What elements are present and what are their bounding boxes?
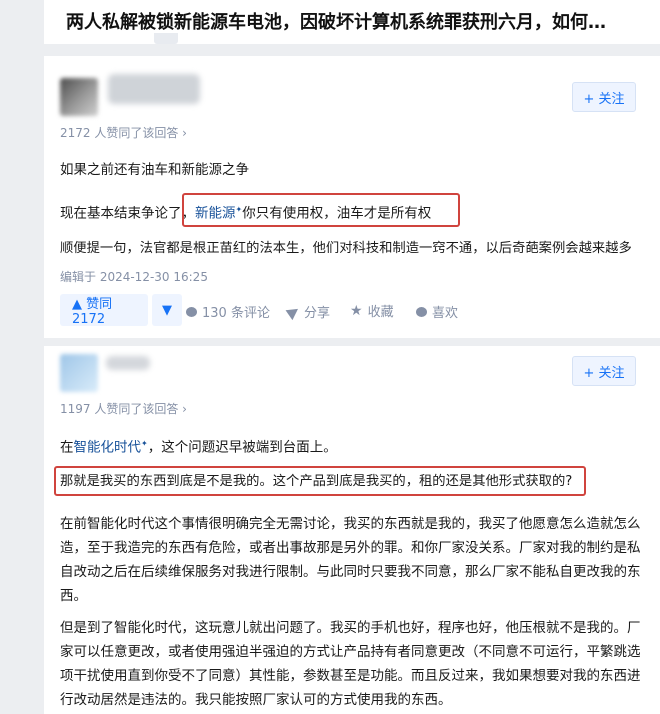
answer-card-2: + 关注 1197 人赞同了该回答 › 在智能化时代✦，这个问题迟早被端到台面上… — [44, 346, 660, 714]
paragraph-text: 在 — [60, 439, 74, 456]
star-icon: ★ — [350, 302, 363, 319]
keyword-link[interactable]: 智能化时代 — [74, 440, 142, 456]
collect-button[interactable]: ★ 收藏 — [350, 301, 394, 321]
paragraph-text: ，这个问题迟早被端到台面上。 — [147, 439, 337, 456]
answer-paragraph: 在前智能化时代这个事情很明确完全无需讨论，我买的东西就是我的，我买了他愿意怎么造… — [60, 516, 641, 604]
paragraph-text: 现在基本结束争论了， — [60, 205, 195, 222]
downvote-button[interactable]: ▼ — [152, 294, 182, 326]
question-title[interactable]: 两人私解被锁新能源车电池，因破坏计算机系统罪获刑六月，如何… — [66, 8, 606, 34]
highlight-box — [182, 193, 460, 227]
heart-icon — [416, 306, 427, 317]
share-icon — [285, 303, 302, 320]
header-button[interactable] — [154, 33, 178, 44]
avatar[interactable] — [60, 78, 98, 116]
answer-paragraph: 如果之前还有油车和新能源之争 — [60, 162, 249, 178]
action-bar: ▲ 赞同 2172 ▼ — [60, 294, 182, 327]
like-label: 喜欢 — [432, 306, 459, 321]
share-button[interactable]: 分享 — [285, 302, 331, 321]
author-name-blurred[interactable] — [106, 356, 150, 370]
edited-timestamp[interactable]: 编辑于 2024-12-30 16:25 — [60, 268, 208, 285]
highlighted-paragraph: 那就是我买的东西到底是不是我的。这个产品到底是我买的，租的还是其他形式获取的? — [60, 474, 573, 489]
avatar[interactable] — [60, 354, 98, 392]
follow-button[interactable]: + 关注 — [572, 356, 636, 386]
follow-button[interactable]: + 关注 — [572, 82, 636, 112]
question-header: 两人私解被锁新能源车电池，因破坏计算机系统罪获刑六月，如何… — [44, 0, 660, 44]
comment-icon — [186, 306, 197, 317]
comments-label: 130 条评论 — [202, 306, 270, 321]
answer-paragraph: 在智能化时代✦，这个问题迟早被端到台面上。 — [60, 432, 648, 460]
like-button[interactable]: 喜欢 — [416, 302, 458, 321]
upvote-count-meta[interactable]: 1197 人赞同了该回答 › — [60, 400, 187, 417]
answer-paragraph: 但是到了智能化时代，这玩意儿就出问题了。我买的手机也好，程序也好，他压根就不是我… — [60, 620, 641, 708]
share-label: 分享 — [304, 306, 331, 321]
collect-label: 收藏 — [367, 305, 394, 320]
upvote-button[interactable]: ▲ 赞同 2172 — [60, 294, 148, 327]
answer-paragraph: 顺便提一句，法官都是根正苗红的法本生，他们对科技和制造一窍不通，以后奇葩案例会越… — [60, 241, 632, 256]
comments-button[interactable]: 130 条评论 — [186, 302, 270, 321]
search-link-icon: ✦ — [141, 439, 148, 448]
zhihu-question-page: 两人私解被锁新能源车电池，因破坏计算机系统罪获刑六月，如何… + 关注 2172… — [0, 0, 660, 714]
upvote-count-meta[interactable]: 2172 人赞同了该回答 › — [60, 124, 187, 141]
author-name-blurred[interactable] — [108, 74, 200, 104]
answer-card-1: + 关注 2172 人赞同了该回答 › 如果之前还有油车和新能源之争 现在基本结… — [44, 56, 660, 338]
